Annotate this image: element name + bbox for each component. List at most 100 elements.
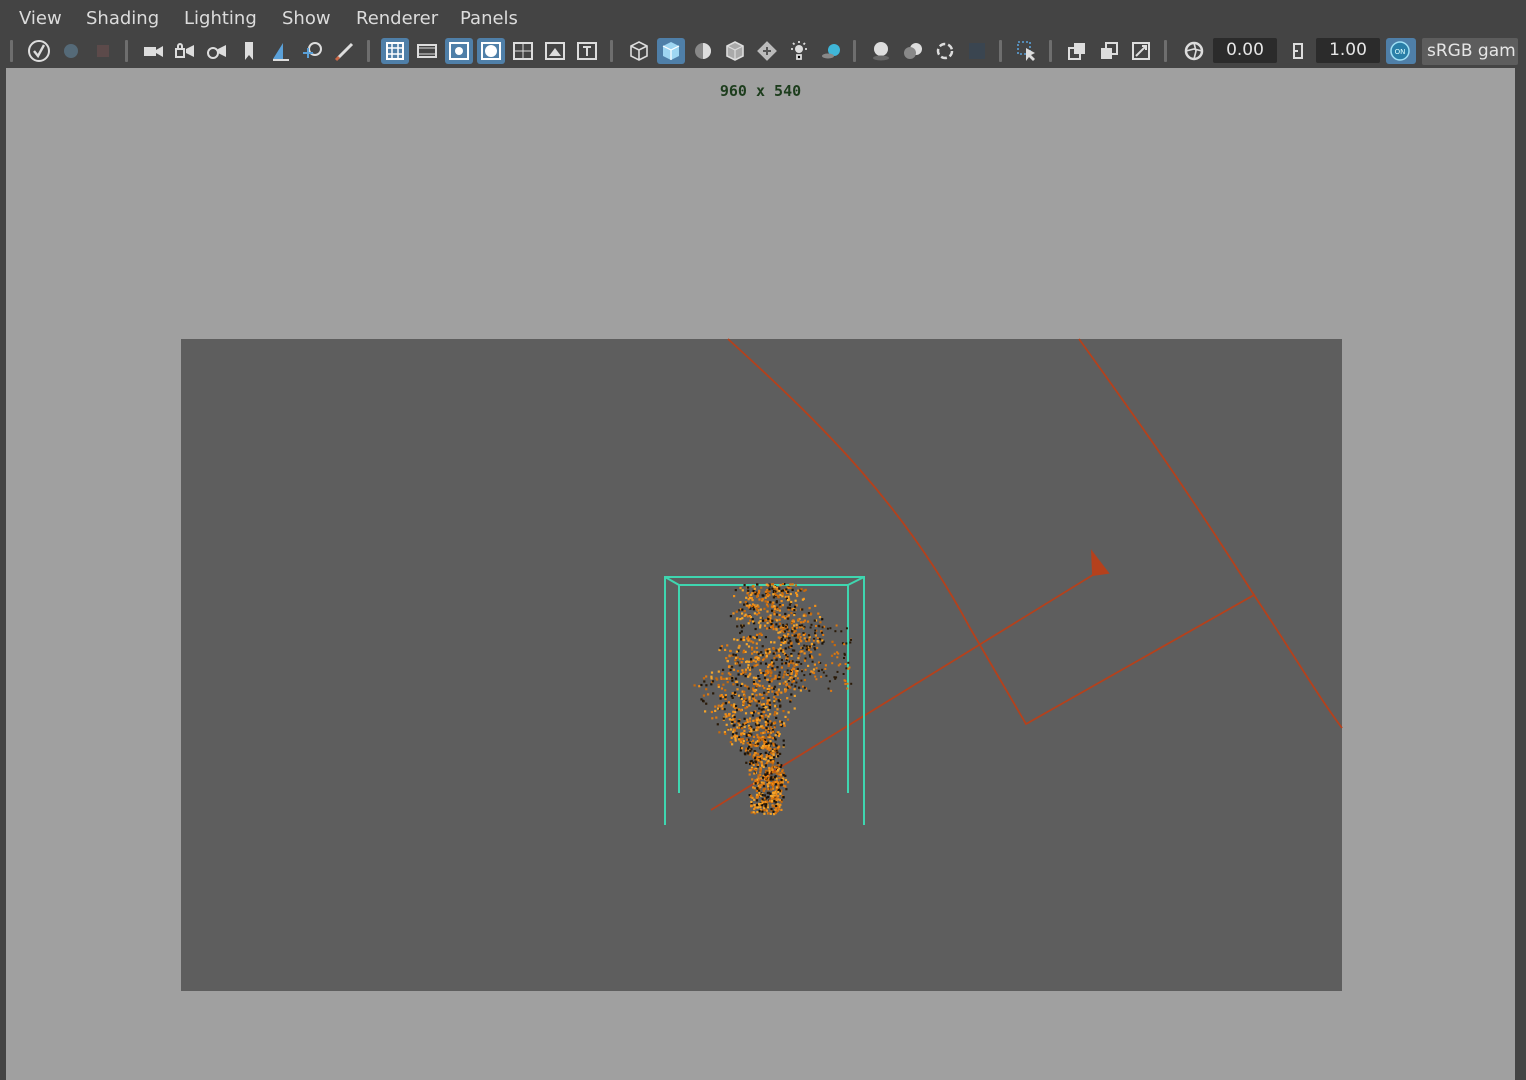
- textured-button[interactable]: [753, 38, 781, 64]
- fire-particle: [748, 773, 751, 776]
- fire-particle: [741, 737, 744, 741]
- fire-particle: [786, 599, 790, 602]
- safe-title-button[interactable]: [573, 38, 601, 64]
- fire-particle: [771, 762, 774, 765]
- xray-button[interactable]: [1063, 38, 1091, 64]
- safe-action-button[interactable]: [541, 38, 569, 64]
- grease-pencil-button[interactable]: [331, 38, 359, 64]
- color-management-button[interactable]: ON: [1386, 38, 1416, 64]
- viewport-panel[interactable]: 960 x 540: [6, 68, 1515, 1080]
- fire-particle: [784, 635, 787, 638]
- gamma-button[interactable]: [1284, 38, 1312, 64]
- fire-particle: [780, 808, 783, 811]
- fire-particle: [758, 755, 761, 759]
- fire-particle: [772, 585, 776, 588]
- gamma-field[interactable]: 1.00: [1316, 38, 1380, 63]
- fire-particle: [711, 680, 715, 683]
- fire-particle: [776, 677, 780, 681]
- rotate-camera-button[interactable]: [203, 38, 231, 64]
- exposure-field[interactable]: 0.00: [1213, 38, 1277, 63]
- fire-particle: [793, 634, 796, 637]
- fire-particle: [766, 779, 769, 782]
- camera-attributes-button[interactable]: [57, 38, 85, 64]
- menu-renderer[interactable]: Renderer: [356, 8, 438, 30]
- fire-particle: [803, 686, 806, 689]
- screen-space-ao-button[interactable]: [867, 38, 895, 64]
- image-plane-button[interactable]: [267, 38, 295, 64]
- fire-particle: [748, 638, 751, 641]
- fire-particle: [776, 607, 779, 610]
- menu-show[interactable]: Show: [282, 8, 331, 30]
- fire-particle: [769, 792, 772, 795]
- fire-particle: [753, 753, 756, 757]
- xray-active-components-button[interactable]: [1095, 38, 1123, 64]
- fire-particle: [742, 636, 745, 639]
- fire-particle: [793, 688, 796, 691]
- lock-camera-button[interactable]: [171, 38, 199, 64]
- fire-particle: [801, 647, 804, 650]
- fire-particle: [753, 664, 756, 667]
- wireframe-button[interactable]: [625, 38, 653, 64]
- fire-particle: [817, 624, 820, 627]
- menu-view[interactable]: View: [19, 8, 62, 30]
- bookmarks-button[interactable]: [89, 38, 117, 64]
- fire-particle: [746, 751, 749, 754]
- fire-particle: [777, 648, 780, 651]
- grid-button[interactable]: [381, 38, 409, 64]
- fire-particle: [822, 671, 825, 674]
- fire-particle: [763, 797, 766, 800]
- menu-lighting[interactable]: Lighting: [184, 8, 257, 30]
- fire-particle: [757, 657, 760, 660]
- fire-particle: [784, 680, 787, 683]
- fire-particle: [779, 626, 782, 629]
- fire-particle: [781, 593, 784, 596]
- gate-mask-button[interactable]: [477, 38, 505, 64]
- isolate-select-button[interactable]: [1013, 38, 1041, 64]
- fire-particle: [735, 732, 738, 735]
- fire-particle: [702, 694, 705, 697]
- 2d-pan-zoom-button[interactable]: [299, 38, 327, 64]
- xray-joints-button[interactable]: [1127, 38, 1155, 64]
- film-gate-button[interactable]: [413, 38, 441, 64]
- fire-particle: [741, 671, 745, 674]
- fire-particle: [760, 651, 763, 654]
- select-camera-button[interactable]: [25, 38, 53, 64]
- fire-particle: [759, 632, 762, 635]
- smooth-shade-button[interactable]: [657, 38, 685, 64]
- fire-particle: [770, 742, 773, 745]
- fire-particle: [790, 612, 793, 615]
- motion-blur-button[interactable]: [899, 38, 927, 64]
- shadows-button[interactable]: [817, 38, 845, 64]
- fire-particle: [736, 625, 739, 628]
- use-all-lights-button[interactable]: [785, 38, 813, 64]
- fire-particle: [762, 672, 765, 675]
- fire-particle: [773, 610, 776, 613]
- fire-particle: [735, 610, 738, 613]
- fire-particle: [765, 809, 768, 812]
- fire-particle: [793, 631, 796, 634]
- fire-particle: [752, 739, 755, 742]
- field-chart-button[interactable]: [509, 38, 537, 64]
- menu-panels[interactable]: Panels: [460, 8, 518, 30]
- camera-button[interactable]: [139, 38, 167, 64]
- fire-particle: [750, 658, 753, 661]
- color-space-dropdown[interactable]: sRGB gam: [1422, 38, 1518, 65]
- fire-particle: [775, 698, 778, 701]
- fire-particle: [762, 697, 765, 700]
- resolution-gate-button[interactable]: [445, 38, 473, 64]
- toolbar-separator: [367, 40, 370, 62]
- fire-particle: [802, 627, 805, 630]
- fire-particle: [773, 700, 776, 703]
- fire-particle: [776, 588, 779, 591]
- depth-of-field-button[interactable]: [963, 38, 991, 64]
- bookmark-button[interactable]: [235, 38, 263, 64]
- fire-particle: [741, 617, 744, 620]
- wireframe-on-shaded-button[interactable]: [721, 38, 749, 64]
- exposure-button[interactable]: [1180, 38, 1208, 64]
- use-default-material-button[interactable]: [689, 38, 717, 64]
- fire-particle: [796, 636, 799, 639]
- fire-particle: [758, 707, 761, 710]
- menu-shading[interactable]: Shading: [86, 8, 159, 30]
- anti-aliasing-button[interactable]: [931, 38, 959, 64]
- xray-icon: [1068, 43, 1085, 60]
